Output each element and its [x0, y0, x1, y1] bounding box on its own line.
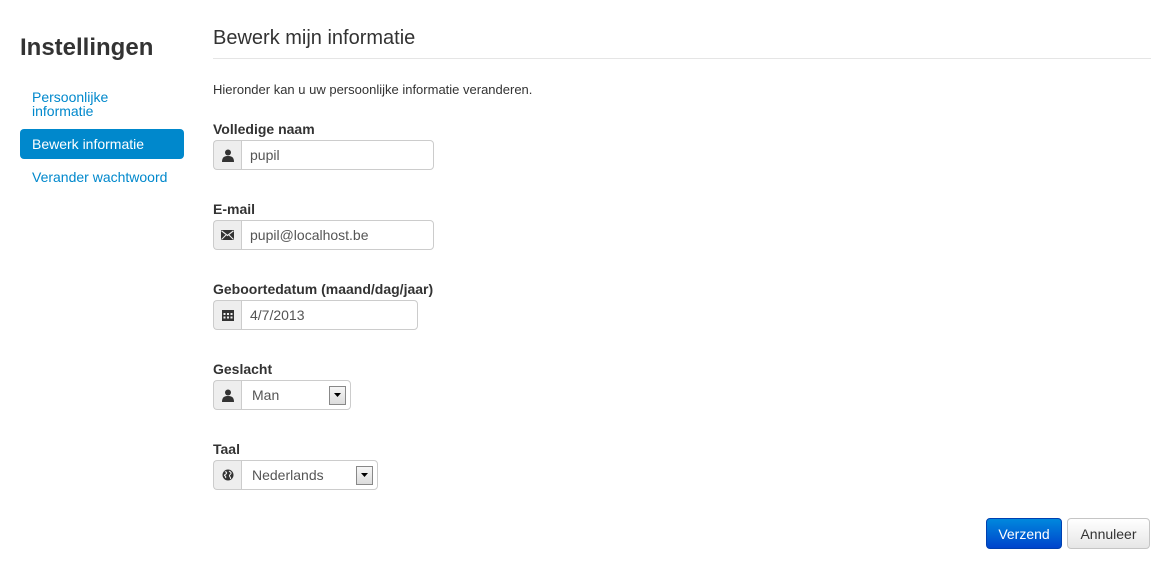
language-input-group: Nederlands: [213, 460, 378, 490]
cancel-button[interactable]: Annuleer: [1067, 518, 1150, 549]
gender-select[interactable]: Man: [241, 380, 351, 410]
sidebar-item-change-password[interactable]: Verander wachtwoord: [20, 169, 184, 185]
gender-selected-value: Man: [252, 387, 280, 403]
user-icon: [213, 380, 241, 410]
intro-text: Hieronder kan u uw persoonlijke informat…: [213, 82, 533, 97]
chevron-down-icon[interactable]: [356, 465, 373, 485]
submit-button[interactable]: Verzend: [986, 518, 1062, 549]
birthdate-label: Geboortedatum (maand/dag/jaar): [213, 281, 434, 297]
calendar-icon: [213, 300, 241, 330]
user-icon: [213, 140, 241, 170]
birthdate-input-group: [213, 300, 433, 330]
gender-label: Geslacht: [213, 361, 273, 377]
name-input[interactable]: [241, 140, 434, 170]
language-selected-value: Nederlands: [252, 467, 324, 483]
email-input[interactable]: [241, 220, 434, 250]
birthdate-input[interactable]: [241, 300, 418, 330]
envelope-icon: [213, 220, 241, 250]
settings-page: Instellingen Persoonlijke informatie Bew…: [0, 0, 1161, 573]
language-label: Taal: [213, 441, 240, 457]
name-label: Volledige naam: [213, 121, 315, 137]
sidebar: Instellingen Persoonlijke informatie Bew…: [20, 30, 184, 185]
gender-field: Geslacht Man: [213, 361, 351, 410]
sidebar-item-personal-info[interactable]: Persoonlijke informatie: [20, 88, 140, 124]
sidebar-title: Instellingen: [20, 34, 154, 61]
name-input-group: [213, 140, 434, 170]
chevron-down-icon[interactable]: [329, 385, 346, 405]
main-content: Bewerk mijn informatie Hieronder kan u u…: [213, 24, 1151, 490]
birthdate-field: Geboortedatum (maand/dag/jaar): [213, 281, 433, 330]
email-label: E-mail: [213, 201, 256, 217]
language-select[interactable]: Nederlands: [241, 460, 378, 490]
globe-icon: [213, 460, 241, 490]
gender-input-group: Man: [213, 380, 351, 410]
sidebar-item-edit-info[interactable]: Bewerk informatie: [20, 129, 184, 159]
language-field: Taal Nederlands: [213, 441, 378, 490]
email-input-group: [213, 220, 434, 250]
name-field: Volledige naam: [213, 121, 434, 170]
page-title: Bewerk mijn informatie: [213, 24, 1151, 59]
email-field: E-mail: [213, 201, 434, 250]
